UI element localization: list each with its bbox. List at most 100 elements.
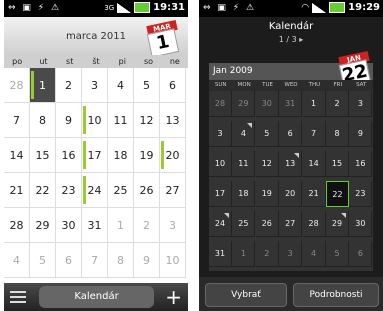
day-cell[interactable]: 4 bbox=[302, 241, 326, 267]
day-cell[interactable]: 27 bbox=[160, 173, 186, 208]
day-cell[interactable]: 28 bbox=[302, 211, 326, 237]
day-cell[interactable]: 30 bbox=[56, 208, 82, 243]
day-cell[interactable]: 7 bbox=[82, 243, 108, 278]
day-cell[interactable]: 6 bbox=[56, 243, 82, 278]
day-cell[interactable]: 2 bbox=[255, 241, 279, 267]
day-cell[interactable]: 11 bbox=[232, 151, 256, 177]
day-cell[interactable]: 22 bbox=[30, 173, 56, 208]
day-cell[interactable]: 7 bbox=[4, 103, 30, 138]
day-cell[interactable]: 13 bbox=[279, 151, 303, 177]
day-cell[interactable]: 18 bbox=[108, 138, 134, 173]
day-cell[interactable]: 14 bbox=[302, 151, 326, 177]
day-cell[interactable]: 9 bbox=[349, 121, 373, 147]
day-cell[interactable]: 4 bbox=[232, 121, 256, 147]
day-cell[interactable]: 29 bbox=[30, 208, 56, 243]
tab-calendar[interactable]: Kalendár bbox=[39, 286, 154, 308]
day-cell[interactable]: 17 bbox=[209, 181, 232, 207]
day-cell[interactable]: 8 bbox=[326, 121, 349, 147]
day-cell[interactable]: 17 bbox=[82, 138, 108, 173]
day-cell[interactable]: 21 bbox=[302, 181, 326, 207]
calendar-icon: MAR 1 bbox=[146, 19, 180, 58]
day-cell[interactable]: 30 bbox=[349, 211, 373, 237]
day-cell[interactable]: 26 bbox=[255, 211, 279, 237]
day-cell[interactable]: 4 bbox=[4, 243, 30, 278]
menu-icon[interactable] bbox=[8, 288, 28, 306]
day-cell[interactable]: 27 bbox=[279, 211, 303, 237]
day-cell[interactable]: 29 bbox=[326, 211, 349, 237]
day-cell[interactable]: 29 bbox=[232, 91, 256, 117]
network-label: 3G bbox=[104, 3, 115, 12]
day-cell[interactable]: 16 bbox=[349, 151, 373, 177]
day-cell[interactable]: 26 bbox=[134, 173, 160, 208]
day-cell[interactable]: 14 bbox=[4, 138, 30, 173]
day-cell[interactable]: 23 bbox=[56, 173, 82, 208]
day-cell[interactable]: 1 bbox=[302, 91, 326, 117]
day-cell[interactable]: 28 bbox=[4, 68, 30, 103]
day-cell[interactable]: 5 bbox=[134, 68, 160, 103]
add-event-button[interactable]: + bbox=[165, 286, 182, 308]
day-cell[interactable]: 10 bbox=[160, 243, 186, 278]
day-cell[interactable]: 5 bbox=[326, 241, 349, 267]
battery-icon bbox=[134, 2, 151, 13]
left-phone-screen: ⇔ ▣ ⚡ ⚠ 3G 19:31 marca 2011 MAR 1 po ut st… bbox=[4, 0, 188, 311]
day-cell[interactable]: 24 bbox=[209, 211, 232, 237]
day-cell[interactable]: 23 bbox=[349, 181, 373, 207]
event-marker-icon bbox=[341, 213, 346, 218]
day-cell[interactable]: 21 bbox=[4, 173, 30, 208]
day-cell[interactable]: 11 bbox=[108, 103, 134, 138]
day-cell[interactable]: 1 bbox=[30, 68, 56, 103]
notification-icons: ⇔ ▣ ⚡ ⚠ bbox=[203, 3, 257, 13]
day-cell[interactable]: 10 bbox=[82, 103, 108, 138]
day-cell[interactable]: 9 bbox=[134, 243, 160, 278]
day-cell[interactable]: 19 bbox=[134, 138, 160, 173]
day-cell[interactable]: 10 bbox=[209, 151, 232, 177]
day-cell[interactable]: 3 bbox=[349, 91, 373, 117]
day-cell[interactable]: 28 bbox=[209, 91, 232, 117]
wifi-icon: ◠ bbox=[301, 2, 310, 13]
day-cell[interactable]: 24 bbox=[82, 173, 108, 208]
day-cell[interactable]: 19 bbox=[255, 181, 279, 207]
day-cell[interactable]: 3 bbox=[209, 121, 232, 147]
day-cell[interactable]: 8 bbox=[108, 243, 134, 278]
day-cell[interactable]: 18 bbox=[232, 181, 256, 207]
day-cell[interactable]: 12 bbox=[134, 103, 160, 138]
day-cell[interactable]: 12 bbox=[255, 151, 279, 177]
day-cell[interactable]: 25 bbox=[232, 211, 256, 237]
day-cell[interactable]: 28 bbox=[4, 208, 30, 243]
day-cell[interactable]: 31 bbox=[279, 91, 303, 117]
day-cell[interactable]: 6 bbox=[279, 121, 303, 147]
day-cell[interactable]: 13 bbox=[160, 103, 186, 138]
day-cell[interactable]: 25 bbox=[108, 173, 134, 208]
day-cell[interactable]: 6 bbox=[160, 68, 186, 103]
day-cell[interactable]: 31 bbox=[209, 241, 232, 267]
day-cell[interactable]: 2 bbox=[326, 91, 349, 117]
day-cell[interactable]: 3 bbox=[82, 68, 108, 103]
day-cell[interactable]: 30 bbox=[255, 91, 279, 117]
day-cell[interactable]: 4 bbox=[108, 68, 134, 103]
day-cell[interactable]: 2 bbox=[56, 68, 82, 103]
day-cell[interactable]: 8 bbox=[30, 103, 56, 138]
day-cell[interactable]: 9 bbox=[56, 103, 82, 138]
page-indicator[interactable]: 1 / 3 ▸ bbox=[199, 35, 383, 44]
day-cell[interactable]: 2 bbox=[134, 208, 160, 243]
day-cell[interactable]: 15 bbox=[30, 138, 56, 173]
day-cell[interactable]: 20 bbox=[279, 181, 303, 207]
day-cell[interactable]: 1 bbox=[108, 208, 134, 243]
day-cell[interactable]: 16 bbox=[56, 138, 82, 173]
event-marker-icon bbox=[247, 123, 253, 128]
weekday-label: THU bbox=[308, 82, 321, 88]
weekday-label: ut bbox=[39, 57, 48, 66]
day-cell[interactable]: 5 bbox=[255, 121, 279, 147]
details-button[interactable]: Podrobnosti bbox=[293, 283, 379, 307]
day-cell[interactable]: 3 bbox=[160, 208, 186, 243]
day-cell[interactable]: 31 bbox=[82, 208, 108, 243]
select-button[interactable]: Vybrať bbox=[205, 283, 287, 307]
day-cell[interactable]: 15 bbox=[326, 151, 349, 177]
day-cell[interactable]: 5 bbox=[30, 243, 56, 278]
day-cell[interactable]: 3 bbox=[279, 241, 303, 267]
day-cell[interactable]: 7 bbox=[302, 121, 326, 147]
day-cell[interactable]: 22 bbox=[326, 181, 349, 207]
day-cell[interactable]: 20 bbox=[160, 138, 186, 173]
day-cell[interactable]: 6 bbox=[349, 241, 373, 267]
day-cell[interactable]: 1 bbox=[232, 241, 256, 267]
